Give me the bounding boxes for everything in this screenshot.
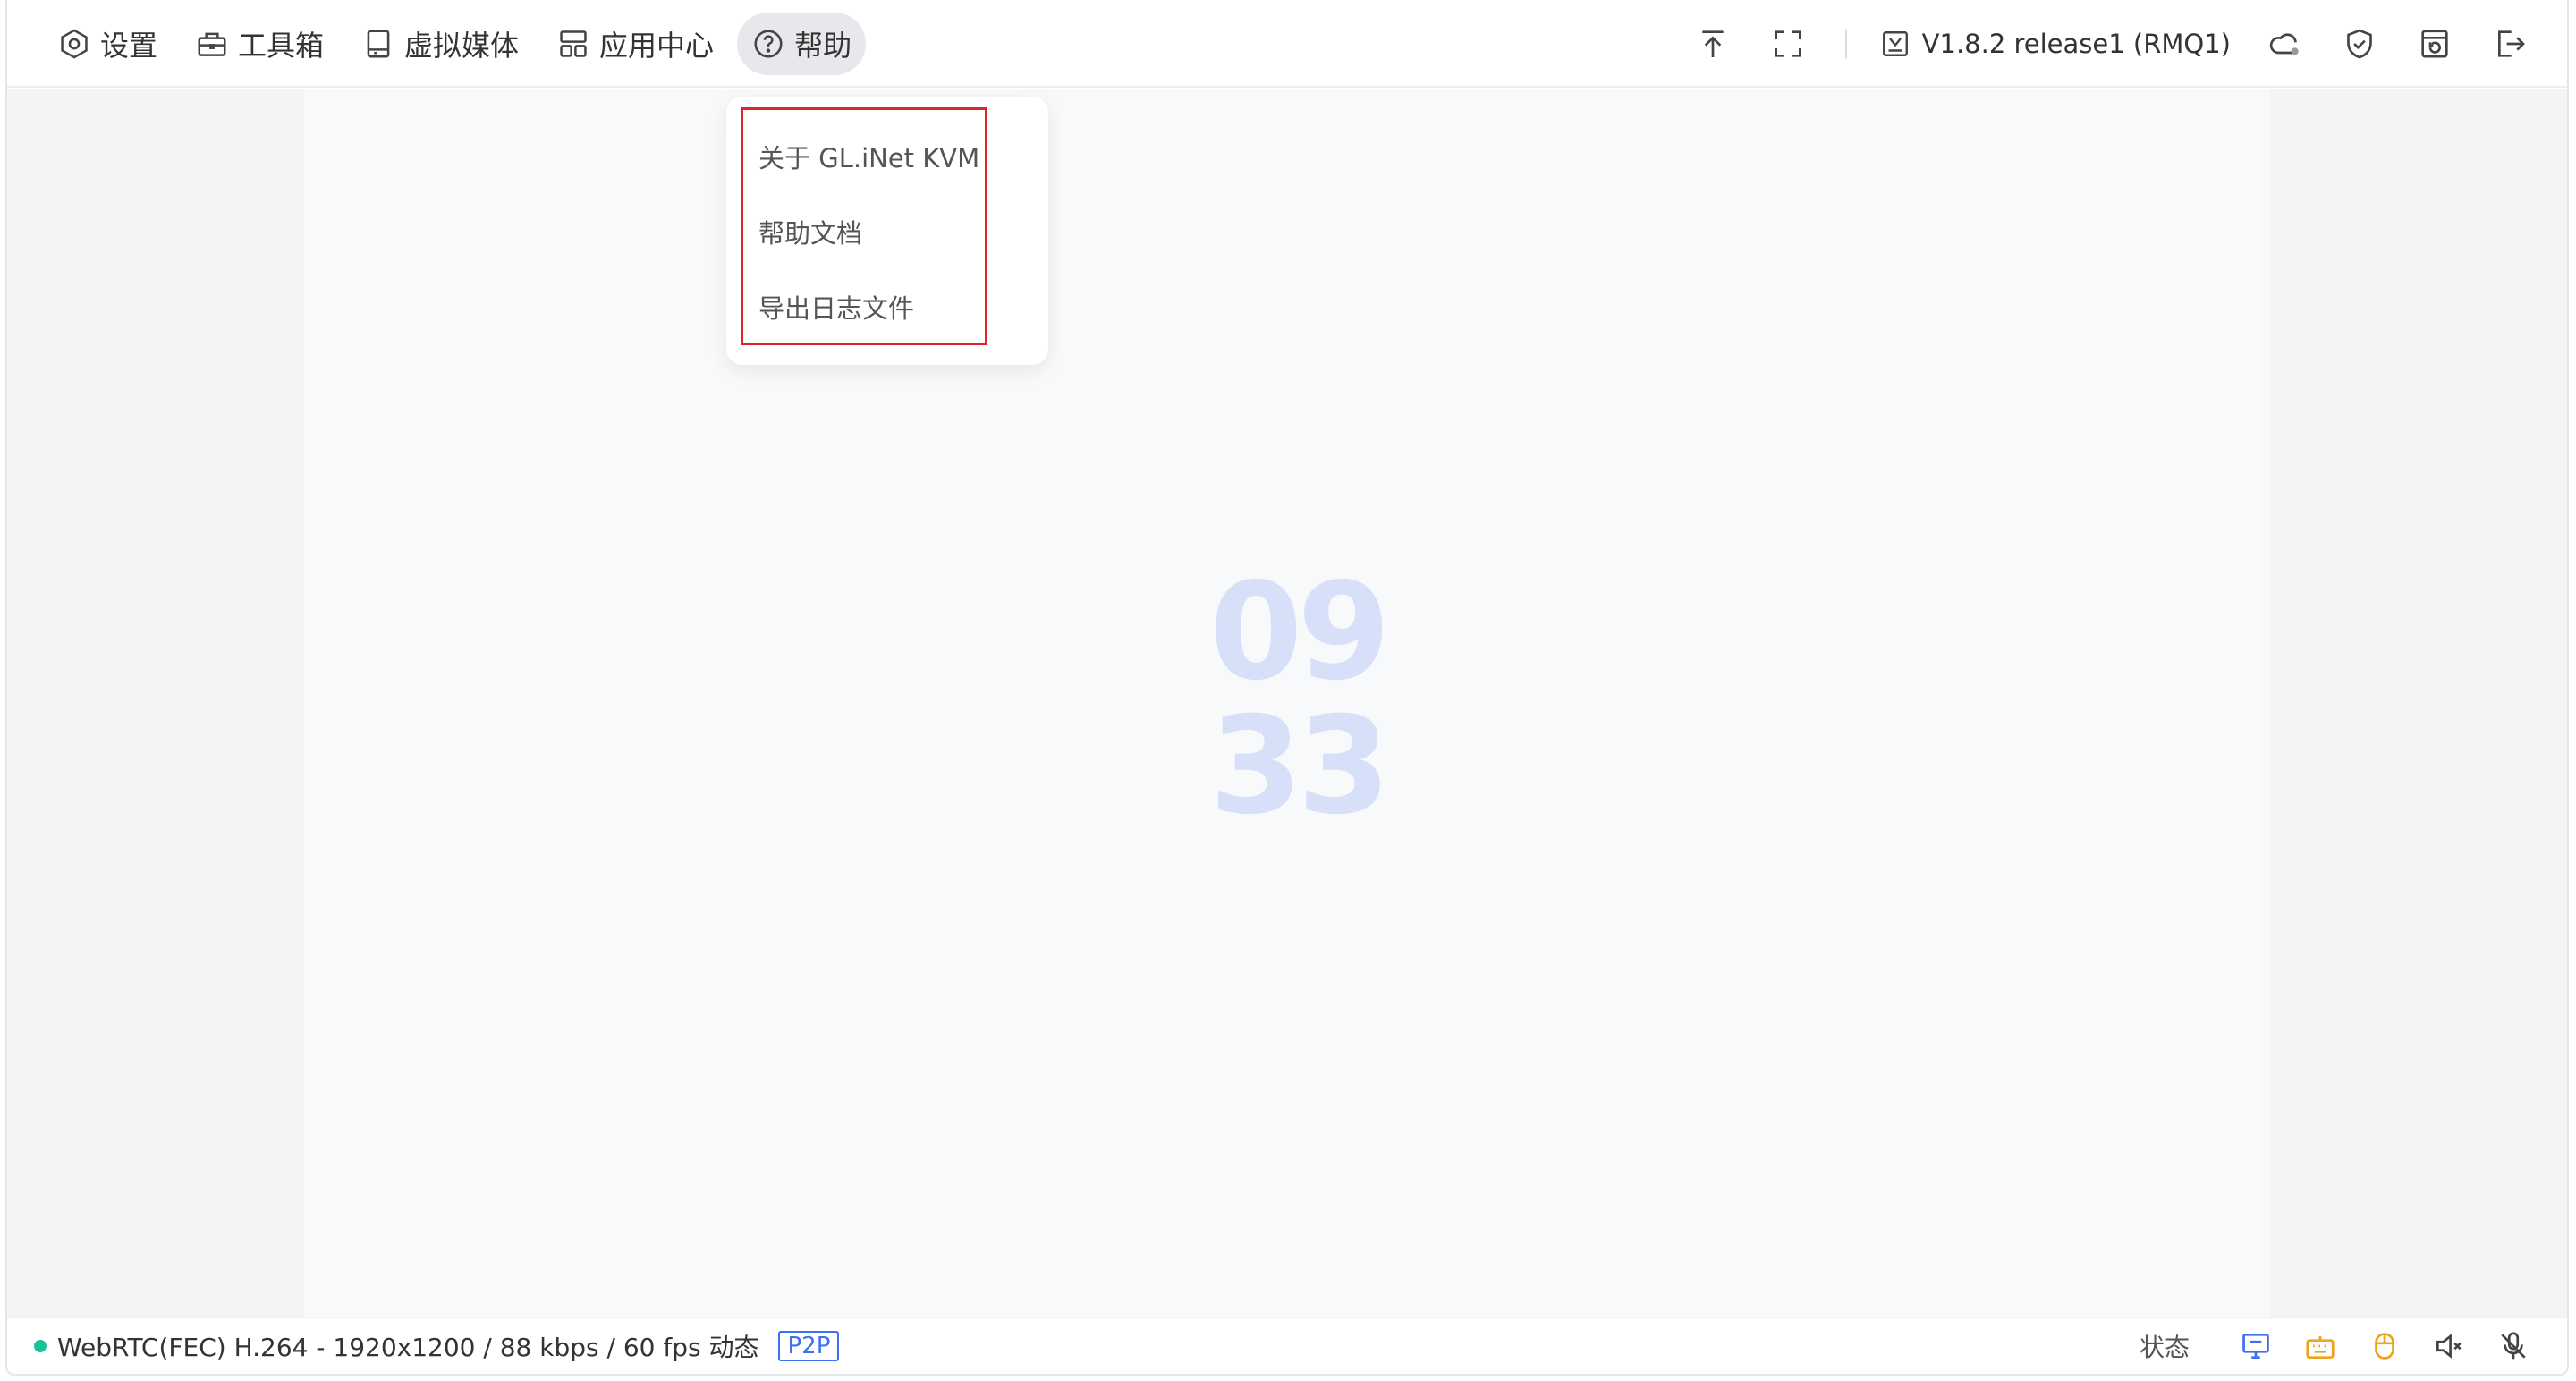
connection-dot (34, 1340, 47, 1352)
main-nav: 设置 工具箱 虚拟媒体 应用中心 帮助 (43, 13, 875, 75)
logout-icon (2498, 30, 2525, 57)
p2p-badge: P2P (778, 1331, 840, 1361)
firmware-version-label: V1.8.2 release1 (RMQ1) (1921, 29, 2231, 59)
status-indicators: 状态 (2140, 1318, 2531, 1374)
upload-button[interactable] (1691, 22, 1734, 65)
toolbar-right: V1.8.2 release1 (RMQ1) (1659, 13, 2531, 75)
keyboard-icon (2306, 1335, 2334, 1360)
virtual-media-icon (361, 27, 395, 61)
cloud-icon (2269, 33, 2299, 55)
app-center-icon (556, 27, 590, 61)
logout-button[interactable] (2488, 22, 2531, 65)
clock-minute: 33 (1209, 689, 1391, 844)
security-button[interactable] (2338, 22, 2381, 65)
status-bar: WebRTC(FEC) H.264 - 1920x1200 / 88 kbps … (7, 1317, 2567, 1374)
microphone-status[interactable] (2496, 1328, 2531, 1364)
nav-virtual-media[interactable]: 虚拟媒体 (347, 13, 533, 75)
toolbar-divider (1844, 29, 1847, 59)
upload-icon (1701, 30, 1724, 57)
nav-help-label: 帮助 (794, 29, 852, 63)
nav-toolbox[interactable]: 工具箱 (181, 13, 338, 75)
stream-info: WebRTC(FEC) H.264 - 1920x1200 / 88 kbps … (57, 1333, 759, 1362)
clock-hour: 09 (1209, 555, 1391, 710)
monitor-icon (2242, 1333, 2269, 1360)
microphone-icon (2501, 1332, 2526, 1360)
menu-export-logs[interactable]: 导出日志文件 (758, 288, 914, 326)
fullscreen-icon (1774, 30, 1801, 57)
speaker-muted-icon (2436, 1334, 2462, 1359)
mouse-status[interactable] (2367, 1328, 2402, 1364)
stream-status: WebRTC(FEC) H.264 - 1920x1200 / 88 kbps … (34, 1318, 840, 1374)
nav-settings[interactable]: 设置 (43, 13, 172, 75)
firmware-icon (1882, 31, 1908, 56)
nav-app-center[interactable]: 应用中心 (542, 13, 728, 75)
monitor-status[interactable] (2238, 1328, 2274, 1364)
keyboard-status[interactable] (2302, 1328, 2338, 1364)
menu-about[interactable]: 关于 GL.iNet KVM (758, 138, 979, 175)
firmware-version[interactable]: V1.8.2 release1 (RMQ1) (1879, 28, 2231, 60)
audio-status[interactable] (2431, 1328, 2467, 1364)
remote-clock: 09 33 (1209, 555, 1391, 844)
fullscreen-button[interactable] (1767, 22, 1809, 65)
mouse-icon (2375, 1333, 2394, 1360)
toolbox-icon (195, 27, 229, 61)
nav-toolbox-label: 工具箱 (238, 29, 325, 63)
menu-help-docs[interactable]: 帮助文档 (758, 213, 862, 250)
top-toolbar: 设置 工具箱 虚拟媒体 应用中心 帮助 V1.8.2 release1 (RMQ… (7, 0, 2567, 88)
settings-icon (57, 27, 91, 61)
reboot-icon (2421, 30, 2448, 58)
kvm-app-window: 设置 工具箱 虚拟媒体 应用中心 帮助 V1.8.2 release1 (RMQ… (5, 0, 2569, 1376)
help-dropdown: 关于 GL.iNet KVM 帮助文档 导出日志文件 (726, 97, 1048, 365)
help-icon (751, 27, 785, 61)
nav-app-center-label: 应用中心 (599, 29, 715, 63)
nav-settings-label: 设置 (100, 29, 158, 63)
status-label: 状态 (2139, 1333, 2190, 1362)
shield-icon (2347, 29, 2372, 59)
cloud-button[interactable] (2263, 22, 2306, 65)
nav-help[interactable]: 帮助 (737, 13, 867, 75)
reboot-button[interactable] (2413, 22, 2456, 65)
nav-virtual-media-label: 虚拟媒体 (404, 29, 520, 63)
